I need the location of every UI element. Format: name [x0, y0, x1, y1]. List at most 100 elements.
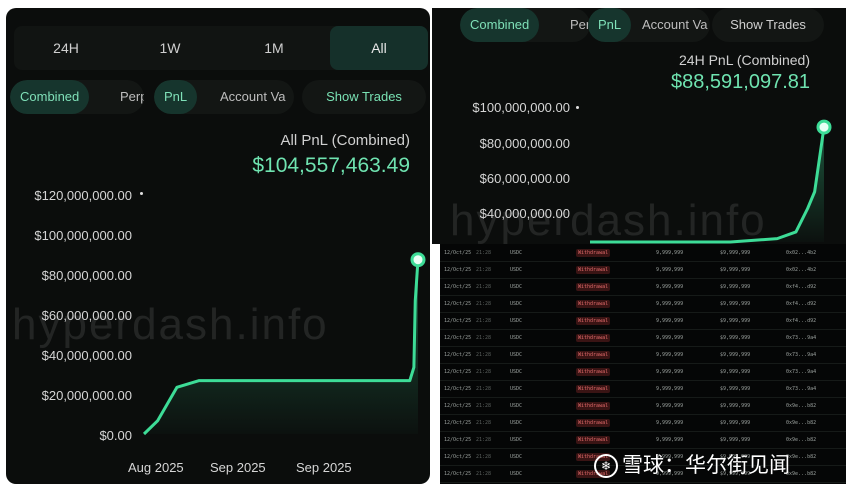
tab-pnl[interactable]: PnL — [154, 80, 198, 114]
x-tick-label: Sep 2025 — [210, 460, 266, 475]
cell-value: $9,999,999 — [720, 267, 751, 273]
x-tick-label: Aug 2025 — [128, 460, 184, 475]
cell-asset: USDC — [510, 403, 523, 409]
tab-perp[interactable]: Perp — [110, 80, 144, 114]
table-row[interactable]: 12/Oct/25 21:28 USDC Withdrawal 9,999,999 $9,… — [440, 346, 846, 364]
cell-qty: 9,999,999 — [656, 386, 684, 392]
snowball-icon: ❄ — [594, 454, 618, 479]
all-pnl-panel: 24H 1W 1M All Combined Perp PnL Account … — [6, 8, 430, 484]
metric-tabs: PnL Account Va — [154, 80, 294, 114]
source-text: 雪球：华尔街见闻 — [622, 454, 790, 477]
table-row[interactable]: 12/Oct/25 21:28 USDC Withdrawal 9,999,999 $9,… — [440, 363, 846, 381]
cell-qty: 9,999,999 — [656, 335, 684, 341]
metric-tabs: PnL Account Va — [588, 8, 710, 42]
table-row[interactable]: 12/Oct/25 21:28 USDC Withdrawal 9,999,999 $9,… — [440, 380, 846, 398]
tab-pnl[interactable]: PnL — [588, 8, 632, 42]
tick-dot — [140, 192, 143, 195]
cell-asset: USDC — [510, 437, 523, 443]
show-trades-button[interactable]: Show Trades — [302, 80, 426, 114]
cell-value: $9,999,999 — [720, 386, 751, 392]
cell-qty: 9,999,999 — [656, 369, 684, 375]
tab-perp[interactable]: Perp — [560, 8, 590, 42]
table-row[interactable]: 12/Oct/25 21:28 USDC Withdrawal 9,999,999 $9,… — [440, 397, 846, 415]
table-row[interactable]: 12/Oct/25 21:28 USDC Withdrawal 9,999,999 $9,… — [440, 431, 846, 449]
y-tick-label: $100,000,000.00 — [472, 100, 570, 115]
y-tick-label: $80,000,000.00 — [479, 136, 570, 151]
cell-tag: Withdrawal — [576, 419, 611, 427]
range-1w[interactable]: 1W — [118, 26, 222, 70]
tab-combined[interactable]: Combined — [460, 8, 540, 42]
cell-date: 12/Oct/25 — [444, 454, 472, 460]
cell-time: 21:28 — [476, 267, 492, 273]
cell-qty: 9,999,999 — [656, 318, 684, 324]
cell-tag: Withdrawal — [576, 402, 611, 410]
range-1m[interactable]: 1M — [222, 26, 326, 70]
table-row[interactable]: 12/Oct/25 21:28 USDC Withdrawal 9,999,999 $9,… — [440, 278, 846, 296]
cell-addr: 0x73...9a4 — [786, 386, 817, 392]
cell-addr: 0x02...4b2 — [786, 250, 817, 256]
pnl-label: 24H PnL (Combined) — [679, 52, 810, 68]
y-tick-label: $100,000,000.00 — [34, 228, 132, 243]
cell-time: 21:28 — [476, 420, 492, 426]
cell-asset: USDC — [510, 369, 523, 375]
y-tick-label: $60,000,000.00 — [479, 171, 570, 186]
cell-addr: 0x9e...b82 — [786, 437, 817, 443]
cell-tag: Withdrawal — [576, 385, 611, 393]
show-trades-button[interactable]: Show Trades — [712, 8, 824, 42]
cell-tag: Withdrawal — [576, 249, 611, 257]
latest-point-marker[interactable] — [410, 252, 426, 268]
cell-addr: 0xf4...d92 — [786, 284, 817, 290]
cell-tag: Withdrawal — [576, 368, 611, 376]
cell-value: $9,999,999 — [720, 369, 751, 375]
cell-addr: 0x9e...b82 — [786, 420, 817, 426]
cell-qty: 9,999,999 — [656, 250, 684, 256]
tick-dot — [576, 106, 579, 109]
market-tabs: Combined Perp — [10, 80, 144, 114]
cell-tag: Withdrawal — [576, 317, 611, 325]
table-row[interactable]: 12/Oct/25 21:28 USDC Withdrawal 9,999,999 $9,… — [440, 244, 846, 262]
cell-time: 21:28 — [476, 386, 492, 392]
table-row[interactable]: 12/Oct/25 21:28 USDC Withdrawal 9,999,999 $9,… — [440, 295, 846, 313]
cell-date: 12/Oct/25 — [444, 437, 472, 443]
cell-time: 21:28 — [476, 352, 492, 358]
y-tick-label: $60,000,000.00 — [41, 308, 132, 323]
pnl-label: All PnL (Combined) — [280, 132, 411, 149]
y-tick-label: $80,000,000.00 — [41, 268, 132, 283]
table-row[interactable]: 12/Oct/25 21:28 USDC Withdrawal 9,999,999 $9,… — [440, 261, 846, 279]
cell-asset: USDC — [510, 318, 523, 324]
cell-time: 21:28 — [476, 369, 492, 375]
cell-time: 21:28 — [476, 284, 492, 290]
cell-date: 12/Oct/25 — [444, 250, 472, 256]
cell-tag: Withdrawal — [576, 283, 611, 291]
cell-asset: USDC — [510, 267, 523, 273]
cell-time: 21:28 — [476, 335, 492, 341]
cell-addr: 0xf4...d92 — [786, 318, 817, 324]
pnl-area — [144, 259, 418, 434]
y-tick-label: $0.00 — [99, 428, 132, 443]
all-pnl-chart — [142, 252, 426, 436]
range-24h[interactable]: 24H — [14, 26, 118, 70]
cell-asset: USDC — [510, 454, 523, 460]
cell-date: 12/Oct/25 — [444, 420, 472, 426]
pnl-value: $88,591,097.81 — [670, 71, 810, 93]
y-tick-label: $20,000,000.00 — [41, 388, 132, 403]
cell-addr: 0x02...4b2 — [786, 267, 817, 273]
y-tick-label: $40,000,000.00 — [41, 348, 132, 363]
cell-value: $9,999,999 — [720, 437, 751, 443]
tab-combined[interactable]: Combined — [10, 80, 90, 114]
cell-date: 12/Oct/25 — [444, 301, 472, 307]
table-row[interactable]: 12/Oct/25 21:28 USDC Withdrawal 9,999,999 $9,… — [440, 329, 846, 347]
cell-value: $9,999,999 — [720, 284, 751, 290]
table-row[interactable]: 12/Oct/25 21:28 USDC Withdrawal 9,999,999 $9,… — [440, 414, 846, 432]
cell-tag: Withdrawal — [576, 436, 611, 444]
tab-account-value[interactable]: Account Va — [632, 8, 710, 42]
table-row[interactable]: 12/Oct/25 21:28 USDC Withdrawal 9,999,999 $9,… — [440, 312, 846, 330]
cell-value: $9,999,999 — [720, 403, 751, 409]
tab-account-value[interactable]: Account Va — [210, 80, 294, 114]
cell-date: 12/Oct/25 — [444, 284, 472, 290]
range-all[interactable]: All — [330, 26, 428, 70]
24h-pnl-chart — [590, 119, 832, 244]
source-badge: ❄ 雪球：华尔街见闻 — [594, 449, 834, 479]
cell-qty: 9,999,999 — [656, 420, 684, 426]
latest-point-marker[interactable] — [816, 119, 832, 135]
